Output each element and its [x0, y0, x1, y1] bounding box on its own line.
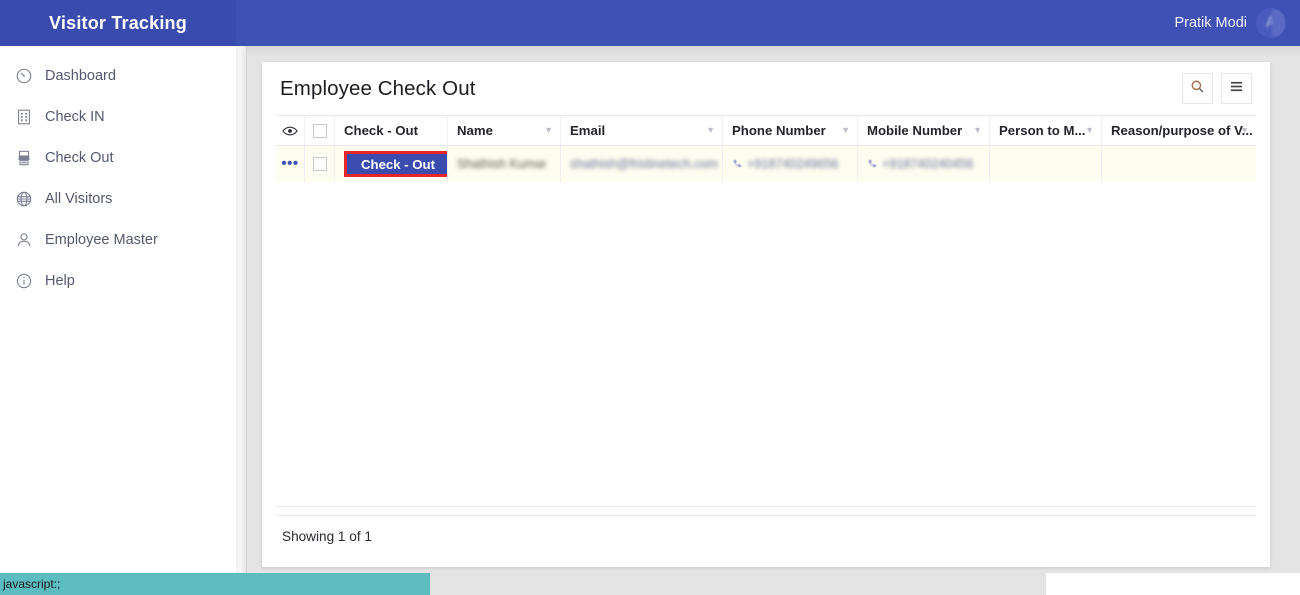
eye-icon [282, 125, 298, 137]
cell-value: +918740240456 [882, 157, 974, 171]
column-header-label: Email [570, 123, 606, 138]
bottom-strip [430, 573, 1300, 595]
phone-icon [867, 159, 878, 170]
row-action-cell[interactable]: Check - Out [335, 146, 448, 182]
content-area: Employee Check Out Check - Out Name ▼ Em… [236, 46, 1300, 573]
topbar-user-area[interactable]: Pratik Modi A [1174, 8, 1300, 38]
column-header-label: Person to M... [999, 123, 1086, 138]
row-menu-cell[interactable]: ••• [276, 146, 305, 182]
globe-icon [14, 189, 34, 209]
column-header-label: Mobile Number [867, 123, 963, 138]
cell-person-to-meet [990, 146, 1102, 182]
select-all-checkbox[interactable] [312, 123, 327, 138]
cell-value: +918740249656 [747, 157, 839, 171]
more-options-icon[interactable]: ••• [281, 156, 298, 171]
menu-button[interactable] [1221, 73, 1252, 104]
data-table: Check - Out Name ▼ Email ▼ Phone Number … [276, 115, 1256, 183]
chevron-down-icon[interactable]: ▼ [973, 126, 982, 135]
column-header-person-to-meet[interactable]: Person to M... ▼ [990, 116, 1102, 145]
column-header-label: Phone Number [732, 123, 826, 138]
sidebar-item-help[interactable]: Help [0, 260, 236, 301]
row-select-cell[interactable] [305, 146, 335, 182]
brand-block[interactable]: Visitor Tracking [0, 0, 236, 46]
chevron-down-icon[interactable]: ▼ [544, 126, 553, 135]
sidebar-item-label: Employee Master [45, 231, 158, 248]
search-button[interactable] [1182, 73, 1213, 104]
vertical-scrollbar-track[interactable] [236, 46, 247, 573]
sidebar-item-label: Check IN [45, 108, 105, 125]
person-icon [14, 230, 34, 250]
card-header: Employee Check Out [262, 62, 1270, 115]
page-title: Employee Check Out [280, 76, 476, 100]
chevron-down-icon[interactable]: ▼ [1085, 126, 1094, 135]
sidebar-item-label: All Visitors [45, 190, 113, 207]
column-header-action: Check - Out [335, 116, 448, 145]
search-icon [1190, 79, 1205, 99]
column-header-email[interactable]: Email ▼ [561, 116, 723, 145]
cell-value: shathish@fristinetech.com [570, 157, 718, 171]
chevron-down-icon[interactable]: ▼ [706, 126, 715, 135]
table-footer: Showing 1 of 1 [276, 515, 1256, 557]
cell-reason [1102, 146, 1256, 182]
column-header-phone[interactable]: Phone Number ▼ [723, 116, 858, 145]
sidebar-item-dashboard[interactable]: Dashboard [0, 55, 236, 96]
table-header-row: Check - Out Name ▼ Email ▼ Phone Number … [276, 116, 1256, 146]
avatar[interactable]: A [1256, 8, 1286, 38]
brand-title: Visitor Tracking [49, 12, 187, 33]
cell-phone: +918740249656 [723, 146, 858, 182]
chevron-down-icon[interactable]: ▼ [841, 126, 850, 135]
table-empty-area [276, 182, 1256, 507]
column-header-reason[interactable]: Reason/purpose of V... ▼ [1102, 116, 1256, 145]
cell-value: Shathish Kumar [457, 157, 547, 171]
cell-name: Shathish Kumar [448, 146, 561, 182]
column-header-label: Reason/purpose of V... [1111, 123, 1253, 138]
cell-email: shathish@fristinetech.com [561, 146, 723, 182]
hamburger-icon [1229, 80, 1244, 98]
column-header-name[interactable]: Name ▼ [448, 116, 561, 145]
sidebar-item-label: Help [45, 272, 75, 289]
column-header-mobile[interactable]: Mobile Number ▼ [858, 116, 990, 145]
user-name: Pratik Modi [1174, 15, 1247, 31]
sidebar-item-label: Dashboard [45, 67, 116, 84]
info-circle-icon [14, 271, 34, 291]
top-bar: Visitor Tracking Pratik Modi A [0, 0, 1300, 46]
sidebar: Dashboard Check IN Check Out All Visitor… [0, 46, 236, 573]
sidebar-item-employee-master[interactable]: Employee Master [0, 219, 236, 260]
app-window: Visitor Tracking Pratik Modi A Dashboard [0, 0, 1300, 595]
sidebar-item-check-in[interactable]: Check IN [0, 96, 236, 137]
chevron-down-icon[interactable]: ▼ [1240, 126, 1249, 135]
sidebar-item-all-visitors[interactable]: All Visitors [0, 178, 236, 219]
phone-icon [732, 159, 743, 170]
content-card: Employee Check Out Check - Out Name ▼ Em… [262, 62, 1270, 567]
device-icon [14, 148, 34, 168]
check-out-button[interactable]: Check - Out [344, 151, 447, 177]
status-bar: javascript:; [0, 573, 430, 595]
record-count: Showing 1 of 1 [282, 529, 372, 544]
column-header-label: Name [457, 123, 493, 138]
sidebar-item-label: Check Out [45, 149, 114, 166]
status-bar-text: javascript:; [3, 577, 61, 591]
column-header-label: Check - Out [344, 123, 419, 138]
table-row[interactable]: ••• Check - Out Shathish Kumar shathish@… [276, 146, 1256, 183]
cell-mobile: +918740240456 [858, 146, 990, 182]
column-header-eye[interactable] [276, 116, 305, 145]
card-header-actions [1182, 73, 1252, 104]
gauge-icon [14, 66, 34, 86]
column-header-select-all[interactable] [305, 116, 335, 145]
form-grid-icon [14, 107, 34, 127]
avatar-initial: A [1265, 14, 1277, 31]
row-checkbox[interactable] [312, 157, 327, 171]
sidebar-item-check-out[interactable]: Check Out [0, 137, 236, 178]
